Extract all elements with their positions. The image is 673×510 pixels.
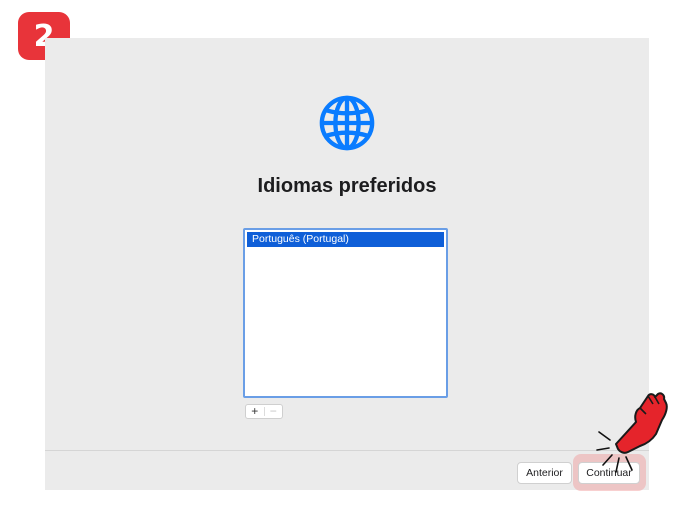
- add-language-button[interactable]: +: [246, 405, 264, 418]
- page-title: Idiomas preferidos: [257, 175, 437, 197]
- back-button[interactable]: Anterior: [517, 462, 572, 484]
- pointing-hand-icon: [596, 392, 668, 473]
- footer-divider: [45, 450, 649, 451]
- language-list[interactable]: Português (Portugal): [243, 228, 448, 398]
- remove-language-button[interactable]: −: [265, 405, 283, 418]
- list-item[interactable]: Português (Portugal): [247, 232, 444, 247]
- list-controls: + −: [245, 404, 283, 419]
- setup-window: Idiomas preferidos Português (Portugal) …: [45, 38, 649, 491]
- globe-icon: [319, 95, 375, 151]
